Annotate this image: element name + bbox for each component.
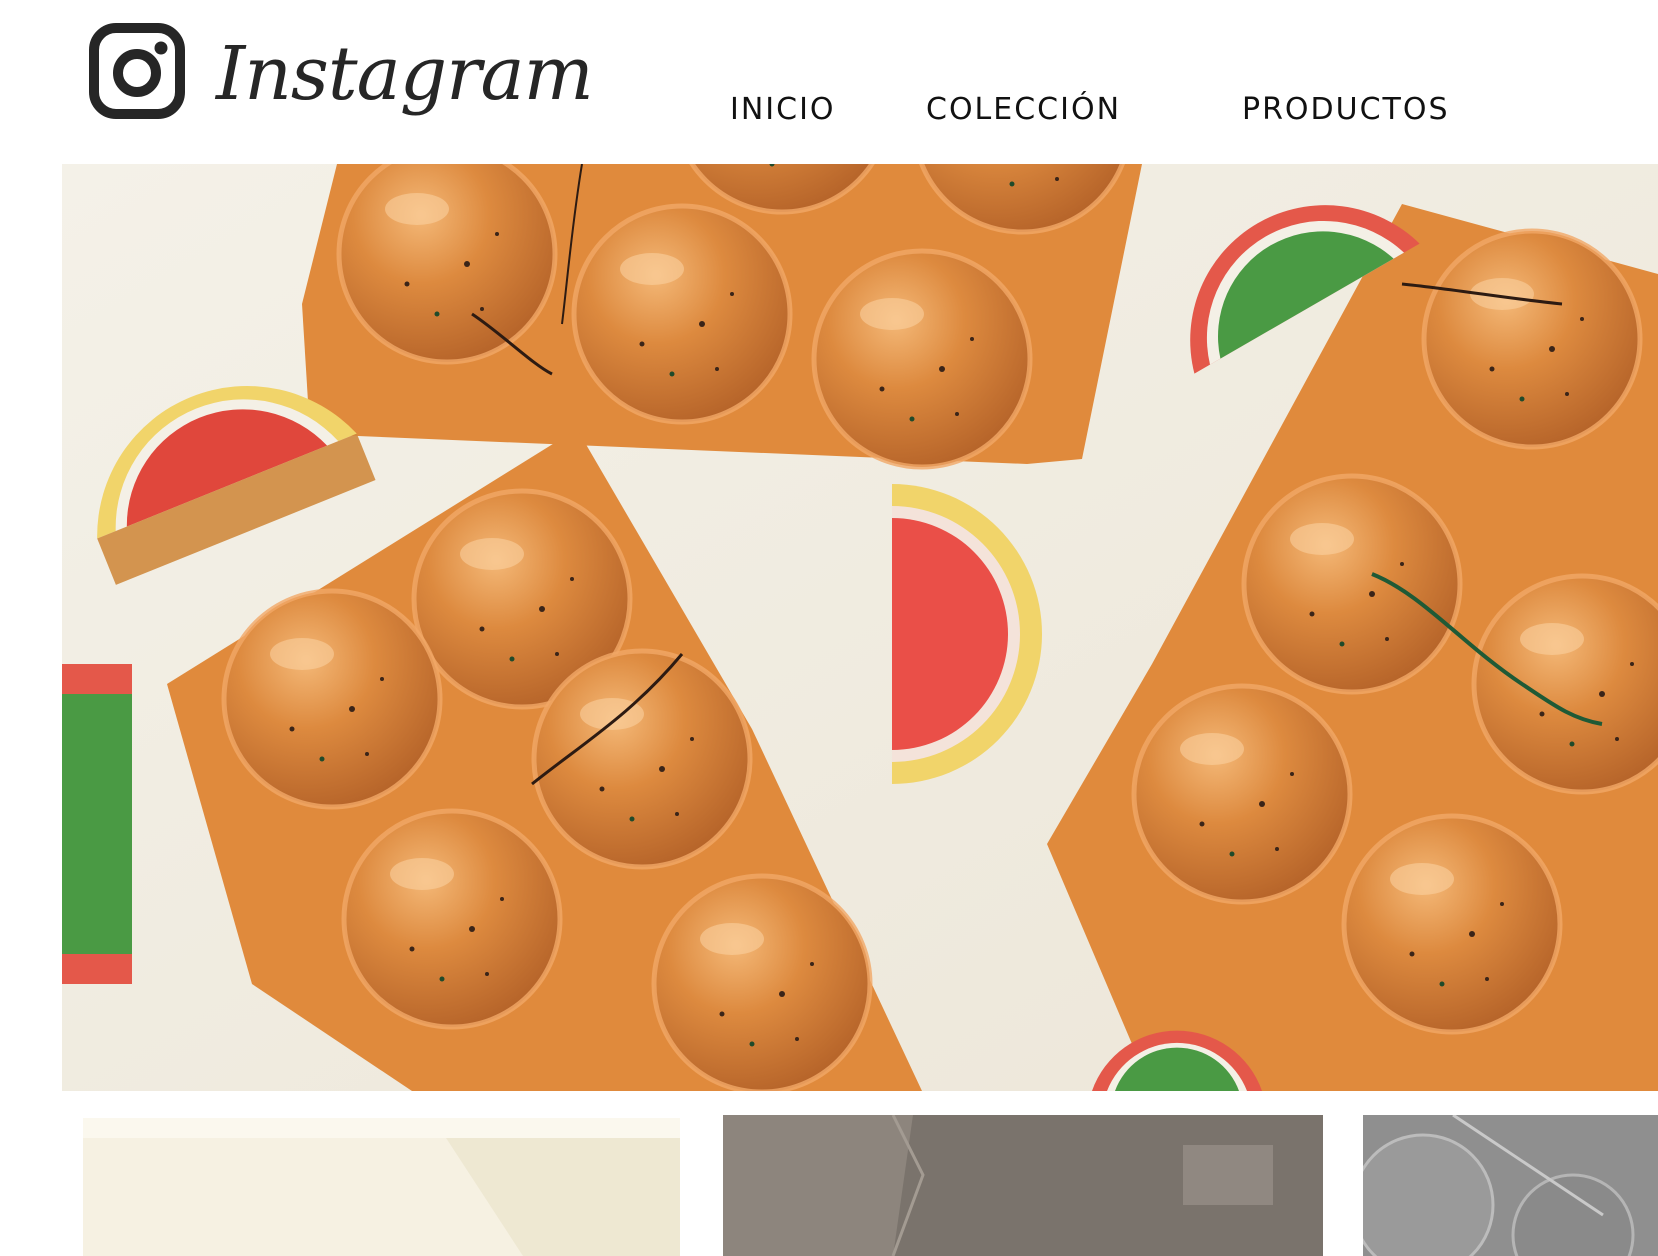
thumbnail-white-chocolate[interactable] <box>83 1118 680 1256</box>
chocolate-bar-top <box>302 164 1142 467</box>
instagram-icon <box>89 23 185 119</box>
hero-image <box>62 164 1658 1091</box>
instagram-link[interactable]: Instagram <box>88 22 594 120</box>
instagram-wordmark: Instagram <box>216 31 594 117</box>
nav-item-coleccion[interactable]: COLECCIÓN <box>926 92 1121 127</box>
nav-item-productos[interactable]: PRODUCTOS <box>1242 92 1450 127</box>
thumbnail-textured-chocolate[interactable] <box>1363 1115 1658 1256</box>
site-header: Instagram INICIO COLECCIÓN PRODUCTOS <box>0 0 1658 160</box>
thumbnail-dark-chocolate[interactable] <box>723 1115 1323 1256</box>
jelly-slice-far-left <box>62 664 132 984</box>
nav-item-inicio[interactable]: INICIO <box>730 92 836 127</box>
